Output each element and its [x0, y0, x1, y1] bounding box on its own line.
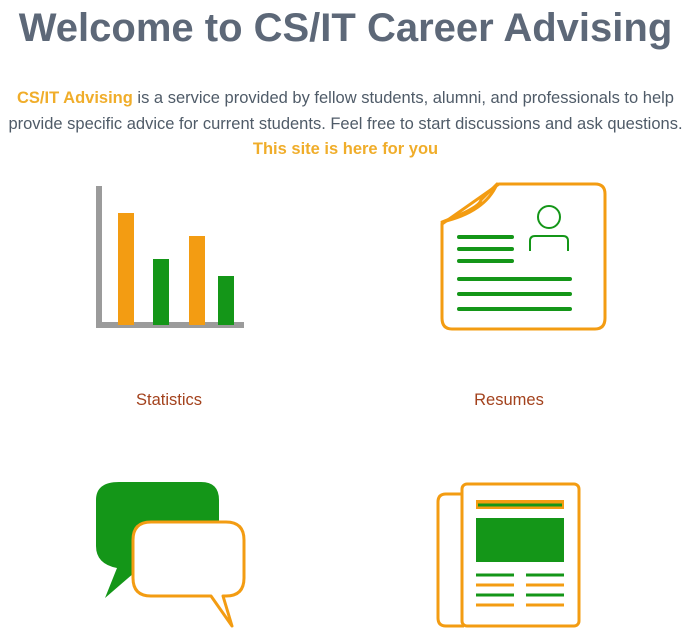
chat-bubble-front	[131, 520, 246, 628]
chat-bubbles-icon	[96, 482, 246, 628]
tile-resumes[interactable]: Resumes	[409, 180, 609, 420]
chart-bar-3	[189, 236, 205, 325]
tile-news[interactable]	[409, 478, 609, 640]
tile-discussions[interactable]	[69, 478, 269, 640]
resume-document-icon	[440, 182, 607, 331]
chart-bar-1	[118, 213, 134, 325]
tile-statistics[interactable]: Statistics	[69, 180, 269, 420]
tile-label-statistics: Statistics	[135, 391, 203, 409]
intro-highlight: This site is here for you	[252, 140, 439, 158]
newspaper-back-page	[436, 492, 464, 628]
intro-paragraph: CS/IT Advising is a service provided by …	[0, 86, 691, 163]
page-title: Welcome to CS/IT Career Advising	[18, 6, 673, 50]
bar-chart-icon	[96, 186, 244, 328]
chart-bar-4	[218, 276, 234, 325]
chart-bar-2	[153, 259, 169, 325]
newspaper-image-block	[476, 518, 564, 562]
tile-label-resumes: Resumes	[474, 391, 544, 409]
newspaper-icon	[436, 482, 581, 628]
intro-brand-name: CS/IT Advising	[17, 89, 133, 107]
